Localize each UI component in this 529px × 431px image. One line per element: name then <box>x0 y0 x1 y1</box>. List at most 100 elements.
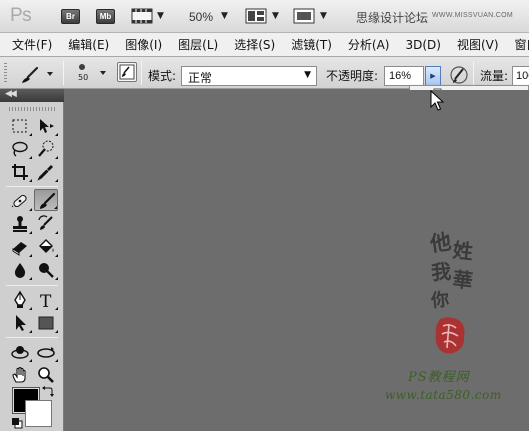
photoshop-logo: Ps <box>10 5 32 26</box>
chevron-down-icon[interactable]: ▼ <box>157 11 164 21</box>
tools-panel-header: ◀◀ <box>0 89 64 102</box>
screen-mode-icon[interactable] <box>293 8 315 27</box>
tool-preset-picker[interactable] <box>17 63 57 85</box>
clone-stamp-tool[interactable] <box>8 213 32 235</box>
calligraphy-char: 華 <box>451 266 475 294</box>
chevron-down-icon[interactable]: ▼ <box>320 11 327 21</box>
zoom-tool[interactable] <box>34 364 58 386</box>
eraser-icon <box>12 242 27 256</box>
eyedropper-tool[interactable] <box>34 161 58 183</box>
hand-tool[interactable] <box>8 364 32 386</box>
watermark-url: www.tata580.com <box>385 388 502 402</box>
pressure-opacity-button[interactable] <box>448 64 470 86</box>
quick-selection-icon <box>38 140 54 157</box>
chevron-down-icon[interactable]: ▼ <box>272 11 279 21</box>
opacity-label: 不透明度: <box>326 69 379 83</box>
options-bar-grip[interactable] <box>4 63 7 83</box>
chevron-down-icon: ▼ <box>304 70 311 80</box>
brush-panel-icon <box>119 64 135 80</box>
mouse-pointer-icon <box>430 90 444 111</box>
application-bar: Ps Br Mb ▼ 50% ▼ ▼ ▼ 思缘设计论坛 WWW.MISSVUAN… <box>0 0 529 33</box>
dodge-icon <box>39 263 54 278</box>
crop-tool[interactable] <box>8 161 32 183</box>
collapse-icon[interactable]: ◀◀ <box>5 89 17 99</box>
type-tool[interactable]: T <box>34 289 58 311</box>
mode-label: 模式: <box>148 69 177 83</box>
menu-analysis[interactable]: 分析(A) <box>348 36 390 53</box>
opacity-input[interactable]: 16% <box>384 66 424 86</box>
menu-image[interactable]: 图像(I) <box>125 36 162 53</box>
rectangular-marquee-tool[interactable] <box>8 115 32 137</box>
bandage-icon <box>11 194 27 208</box>
history-brush-icon <box>38 215 53 230</box>
brush-preset-picker[interactable] <box>70 59 110 87</box>
brush-panel-toggle[interactable] <box>117 62 137 82</box>
eraser-tool[interactable] <box>8 236 32 258</box>
calligraphy-char: 你 <box>430 289 451 312</box>
separator <box>473 61 474 85</box>
default-colors-icon[interactable] <box>11 417 23 429</box>
pressure-icon <box>450 66 468 84</box>
flow-label: 流量: <box>480 69 509 83</box>
3d-orbit-tool[interactable] <box>34 341 58 363</box>
3d-orbit-icon <box>37 347 55 358</box>
menu-select[interactable]: 选择(S) <box>234 36 275 53</box>
flow-input[interactable]: 100 <box>512 66 529 86</box>
separator <box>6 186 58 187</box>
separator <box>141 61 142 85</box>
menu-bar: 文件(F) 编辑(E) 图像(I) 图层(L) 选择(S) 滤镜(T) 分析(A… <box>0 33 529 57</box>
blend-mode-value: 正常 <box>188 71 213 85</box>
brush-size-label: 50 <box>78 73 89 82</box>
document-canvas[interactable]: 他 姓 我 華 你 PS教程网 www.tata580.com <box>65 90 529 431</box>
calligraphy-char: 他 <box>428 228 453 257</box>
chevron-down-icon[interactable]: ▼ <box>221 11 228 21</box>
background-color-swatch[interactable] <box>25 400 52 427</box>
menu-3d[interactable]: 3D(D) <box>405 38 440 52</box>
separator <box>63 61 64 85</box>
menu-window[interactable]: 窗口( <box>515 36 529 53</box>
minibridge-button[interactable]: Mb <box>96 9 115 24</box>
blur-tool[interactable] <box>8 259 32 281</box>
3d-rotate-icon <box>11 346 29 359</box>
marquee-icon <box>12 119 27 133</box>
separator <box>6 285 58 286</box>
menu-file[interactable]: 文件(F) <box>12 36 52 53</box>
paint-bucket-tool[interactable] <box>34 236 58 258</box>
menu-layer[interactable]: 图层(L) <box>178 36 218 53</box>
swap-colors-icon[interactable] <box>42 385 54 397</box>
pen-tool[interactable] <box>8 289 32 311</box>
view-extras-icon[interactable] <box>131 8 153 27</box>
menu-filter[interactable]: 滤镜(T) <box>291 36 332 53</box>
3d-rotate-tool[interactable] <box>8 341 32 363</box>
tools-panel: ◀◀ T <box>0 89 64 431</box>
brush-icon <box>22 66 53 83</box>
quick-selection-tool[interactable] <box>34 138 58 160</box>
calligraphy-char: 姓 <box>451 238 475 264</box>
opacity-slider-toggle[interactable]: ▶ <box>425 66 441 86</box>
watermark-title: PS教程网 <box>408 370 470 385</box>
rectangle-tool[interactable] <box>34 312 58 334</box>
brush-tool[interactable] <box>34 189 58 211</box>
dodge-tool[interactable] <box>34 259 58 281</box>
arrange-documents-icon[interactable] <box>245 8 267 27</box>
separator <box>6 337 58 338</box>
move-tool[interactable] <box>34 115 58 137</box>
path-selection-tool[interactable] <box>8 312 32 334</box>
bridge-button[interactable]: Br <box>61 9 80 24</box>
pen-icon <box>14 290 26 308</box>
crop-icon <box>12 164 28 180</box>
blend-mode-select[interactable]: 正常 ▼ <box>181 66 317 86</box>
lasso-icon <box>12 141 28 157</box>
tools-panel-grip[interactable] <box>9 107 55 111</box>
menu-edit[interactable]: 编辑(E) <box>68 36 109 53</box>
arrow-icon <box>16 315 26 331</box>
lasso-tool[interactable] <box>8 138 32 160</box>
zoom-level[interactable]: 50% <box>189 10 213 24</box>
spot-healing-brush-tool[interactable] <box>8 190 32 212</box>
hand-icon <box>12 366 26 383</box>
droplet-icon <box>14 263 26 278</box>
menu-view[interactable]: 视图(V) <box>457 36 499 53</box>
site-url: WWW.MISSVUAN.COM <box>432 12 514 19</box>
eyedropper-icon <box>37 165 53 181</box>
history-brush-tool[interactable] <box>34 213 58 235</box>
